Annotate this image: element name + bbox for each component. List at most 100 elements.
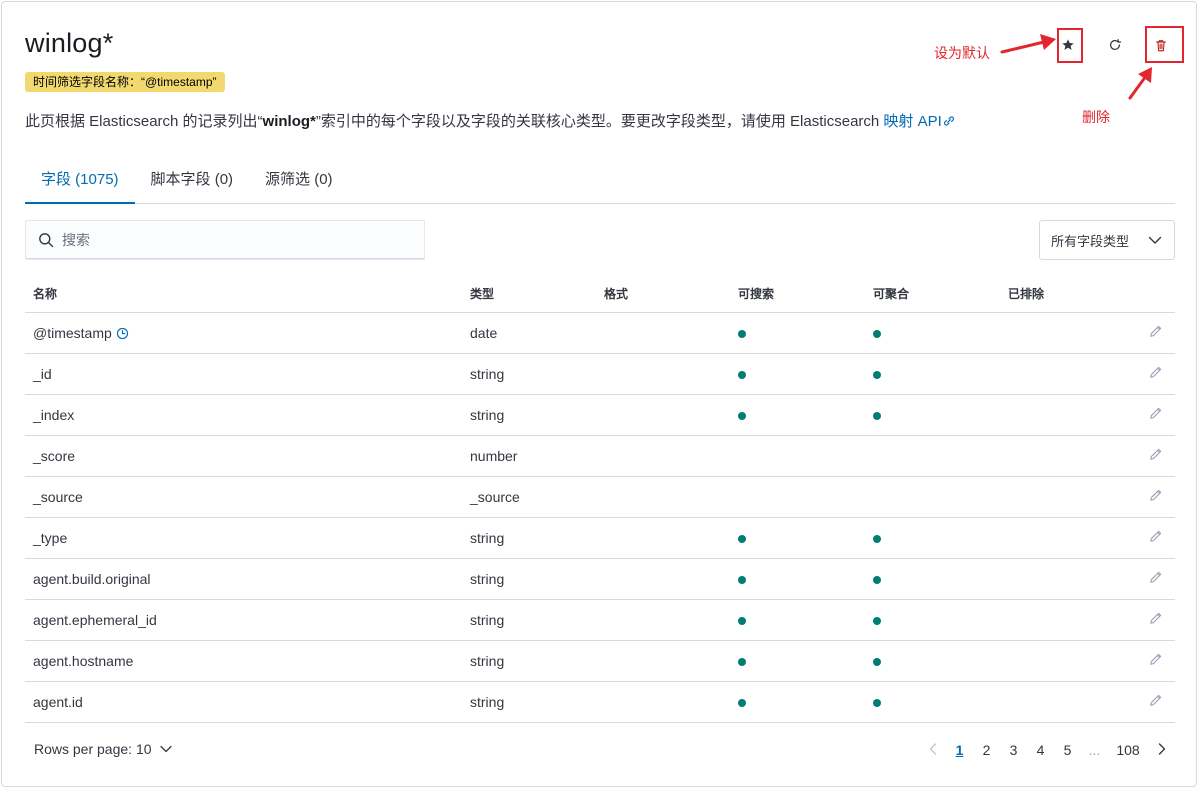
- field-name: agent.hostname: [33, 652, 134, 669]
- status-dot: [873, 657, 881, 666]
- table-row: agent.hostname string: [25, 640, 1175, 682]
- field-aggregatable: [865, 558, 1000, 600]
- field-aggregatable: [865, 599, 1000, 641]
- search-input[interactable]: [62, 232, 402, 248]
- description-pre: 此页根据 Elasticsearch 的记录列出“: [25, 113, 263, 130]
- field-name: _type: [33, 529, 68, 546]
- field-searchable: [730, 599, 865, 641]
- description-index-name: winlog*: [262, 113, 316, 130]
- field-type-filter[interactable]: 所有字段类型: [1039, 220, 1175, 260]
- clock-icon: [116, 327, 128, 339]
- status-dot: [738, 616, 746, 625]
- field-format: [596, 681, 730, 723]
- field-name-cell: _id: [25, 353, 462, 395]
- tab-scripted-fields[interactable]: 脚本字段 (0): [135, 160, 250, 204]
- field-type: string: [462, 599, 596, 641]
- tab-source-filters[interactable]: 源筛选 (0): [249, 160, 349, 204]
- set-default-arrow-icon: [1000, 34, 1056, 54]
- edit-field-button[interactable]: [1125, 681, 1175, 723]
- field-type-filter-label: 所有字段类型: [1051, 233, 1130, 249]
- column-header-type[interactable]: 类型: [462, 275, 596, 313]
- field-aggregatable: [865, 517, 1000, 559]
- column-header-format[interactable]: 格式: [596, 275, 730, 313]
- page-button-last[interactable]: 108: [1108, 739, 1148, 761]
- description-post: ”索引中的每个字段以及字段的关联核心类型。要更改字段类型，请使用 Elastic…: [315, 113, 884, 130]
- page-button[interactable]: 1: [946, 739, 973, 761]
- status-dot: [873, 616, 881, 625]
- pagination: 12345 ... 108: [919, 739, 1175, 761]
- column-header-aggregatable[interactable]: 可聚合: [865, 275, 1000, 313]
- table-row: agent.ephemeral_id string: [25, 599, 1175, 641]
- column-header-name[interactable]: 名称: [25, 275, 462, 313]
- field-name-cell: @timestamp: [25, 312, 462, 354]
- delete-annotation: 删除: [1082, 110, 1110, 126]
- rows-per-page-button[interactable]: Rows per page: 10: [34, 741, 172, 757]
- page-number-list: 12345: [946, 739, 1081, 761]
- field-excluded: [1000, 353, 1125, 395]
- set-default-highlight: [1057, 28, 1083, 63]
- search-icon: [39, 233, 54, 248]
- field-aggregatable: [865, 640, 1000, 682]
- pencil-icon: [1150, 448, 1162, 460]
- field-aggregatable: [865, 435, 1000, 477]
- table-row: _index string: [25, 394, 1175, 436]
- fields-table: 名称 类型 格式 可搜索 可聚合 已排除 @timestamp date _id st…: [25, 275, 1175, 723]
- mapping-api-link[interactable]: 映射 API: [883, 113, 955, 130]
- field-type: number: [462, 435, 596, 477]
- field-aggregatable: [865, 312, 1000, 354]
- tab-fields[interactable]: 字段 (1075): [25, 160, 135, 204]
- table-row: @timestamp date: [25, 312, 1175, 354]
- delete-arrow-icon: [1128, 67, 1152, 100]
- edit-field-button[interactable]: [1125, 640, 1175, 682]
- refresh-fields-button[interactable]: [1102, 28, 1128, 62]
- page-button[interactable]: 5: [1054, 739, 1081, 761]
- table-row: _id string: [25, 353, 1175, 395]
- field-excluded: [1000, 394, 1125, 436]
- column-header-excluded[interactable]: 已排除: [1000, 275, 1125, 313]
- field-searchable: [730, 476, 865, 518]
- status-dot: [873, 411, 881, 420]
- table-row: _type string: [25, 517, 1175, 559]
- status-dot: [873, 575, 881, 584]
- edit-field-button[interactable]: [1125, 353, 1175, 395]
- field-name-cell: agent.build.original: [25, 558, 462, 600]
- page-button[interactable]: 2: [973, 739, 1000, 761]
- tab-bar: 字段 (1075) 脚本字段 (0) 源筛选 (0): [25, 160, 1175, 204]
- field-format: [596, 353, 730, 395]
- status-dot: [738, 411, 746, 420]
- edit-field-button[interactable]: [1125, 312, 1175, 354]
- next-page-button[interactable]: [1148, 739, 1175, 761]
- previous-page-button[interactable]: [919, 739, 946, 761]
- field-type: string: [462, 681, 596, 723]
- link-icon: [943, 116, 954, 126]
- edit-field-button[interactable]: [1125, 558, 1175, 600]
- pencil-icon: [1150, 571, 1162, 583]
- field-excluded: [1000, 312, 1125, 354]
- field-aggregatable: [865, 476, 1000, 518]
- page-button[interactable]: 3: [1000, 739, 1027, 761]
- chevron-left-icon: [929, 743, 936, 755]
- column-header-searchable[interactable]: 可搜索: [730, 275, 865, 313]
- page-button[interactable]: 4: [1027, 739, 1054, 761]
- edit-field-button[interactable]: [1125, 394, 1175, 436]
- edit-field-button[interactable]: [1125, 517, 1175, 559]
- time-field-badge: 时间筛选字段名称：“@timestamp”: [25, 72, 225, 92]
- edit-field-button[interactable]: [1125, 435, 1175, 477]
- field-format: [596, 312, 730, 354]
- field-searchable: [730, 640, 865, 682]
- table-row: _source _source: [25, 476, 1175, 518]
- field-searchable: [730, 435, 865, 477]
- field-type: date: [462, 312, 596, 354]
- field-aggregatable: [865, 353, 1000, 395]
- field-excluded: [1000, 640, 1125, 682]
- status-dot: [873, 698, 881, 707]
- field-name-cell: _score: [25, 435, 462, 477]
- field-excluded: [1000, 517, 1125, 559]
- mapping-api-link-label: 映射 API: [883, 113, 942, 130]
- field-format: [596, 558, 730, 600]
- edit-field-button[interactable]: [1125, 599, 1175, 641]
- edit-field-button[interactable]: [1125, 476, 1175, 518]
- field-excluded: [1000, 599, 1125, 641]
- pencil-icon: [1150, 530, 1162, 542]
- pencil-icon: [1150, 489, 1162, 501]
